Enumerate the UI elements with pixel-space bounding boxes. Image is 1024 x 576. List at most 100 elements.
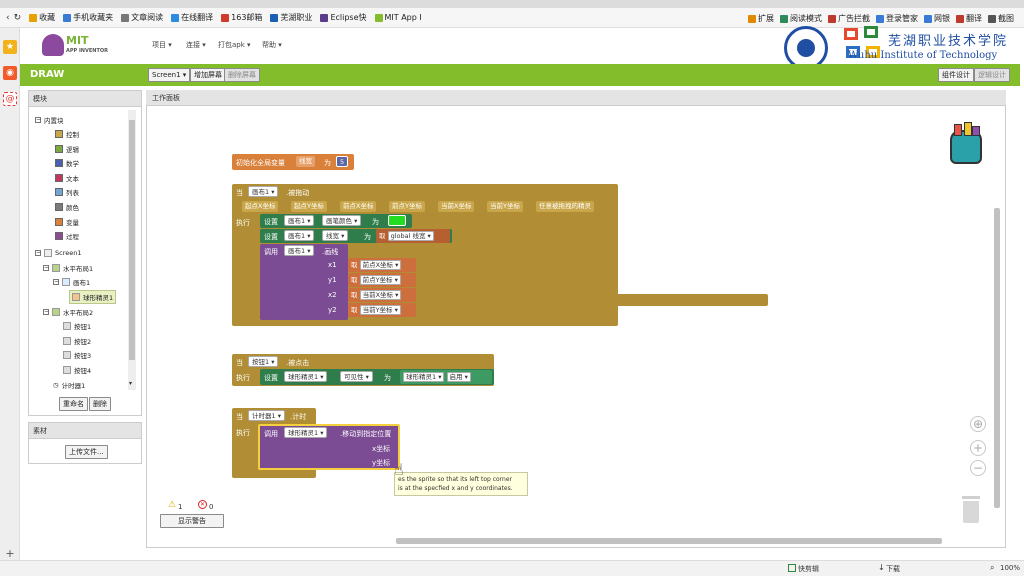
click-set-property-dropdown[interactable]: 可见性 ▾ [340, 371, 373, 382]
init-global-var-block[interactable]: 初始化全局变量 线宽 为 5 [232, 154, 354, 170]
tree-button-4[interactable]: 按钮4 [63, 365, 91, 375]
get-global-block[interactable]: 取 global 线宽 ▾ [376, 229, 450, 243]
tree-screen1[interactable]: − Screen1 [35, 249, 81, 257]
blocks-workspace[interactable]: 初始化全局变量 线宽 为 5 当 画布1 ▾ .被拖动 起点X坐标 起点Y坐标 前点… [150, 110, 1000, 544]
tree-timer1[interactable]: ◷ 计时器1 [53, 380, 85, 390]
set-paint-color-block[interactable]: 设置 画布1 ▾ 画笔颜色 ▾ 为 [260, 214, 412, 228]
set2-property-dropdown[interactable]: 线宽 ▾ [322, 230, 349, 241]
trash-icon[interactable] [960, 496, 982, 524]
move-to-block[interactable]: 调用 球形精灵1 ▾ .移动到指定位置 x坐标 y坐标 [258, 424, 400, 470]
click-set-component-dropdown[interactable]: 球形精灵1 ▾ [284, 371, 328, 382]
event-param[interactable]: 任意被拖拽的精灵 [536, 201, 594, 212]
call-component-dropdown[interactable]: 画布1 ▾ [284, 245, 315, 256]
menu-connect[interactable]: 连接 ▾ [186, 40, 206, 50]
set1-property-dropdown[interactable]: 画笔颜色 ▾ [322, 215, 362, 226]
remove-screen-button[interactable]: 删除屏幕 [224, 68, 260, 82]
designer-button[interactable]: 组件设计 [938, 68, 974, 82]
builtin-2[interactable]: 数学 [55, 158, 79, 168]
bookmark-item[interactable]: 收藏 [29, 12, 55, 23]
show-warnings-button[interactable]: 显示警告 [160, 514, 224, 528]
set2-component-dropdown[interactable]: 画布1 ▾ [284, 230, 315, 241]
workspace-v-scrollbar[interactable] [994, 208, 1000, 508]
menu-help[interactable]: 帮助 ▾ [262, 40, 282, 50]
event-param[interactable]: 起点Y坐标 [291, 201, 327, 212]
download-label[interactable]: 下载 [886, 564, 900, 574]
tree-canvas1[interactable]: − 画布1 [53, 277, 90, 287]
get-param-block[interactable]: 取 当前Y坐标 ▾ [348, 303, 416, 317]
workspace-h-scrollbar[interactable] [396, 538, 942, 544]
blocks-editor-button[interactable]: 逻辑设计 [974, 68, 1010, 82]
upload-file-button[interactable]: 上传文件... [65, 445, 108, 459]
event-param[interactable]: 起点X坐标 [242, 201, 279, 212]
zoom-level[interactable]: 100% [1000, 564, 1020, 572]
star-icon[interactable]: ★ [3, 40, 17, 54]
zoom-icon[interactable]: ⌕ [990, 563, 994, 573]
builtin-5[interactable]: 颜色 [55, 202, 79, 212]
app-inventor-logo[interactable]: MIT APP INVENTOR [42, 32, 122, 60]
event-component-dropdown[interactable]: 画布1 ▾ [248, 186, 279, 197]
toolbar-item[interactable]: 截图 [988, 13, 1014, 24]
zoom-in-icon[interactable]: + [970, 440, 986, 456]
toolbar-item[interactable]: 翻译 [956, 13, 982, 24]
tree-button-3[interactable]: 按钮3 [63, 350, 91, 360]
get-param-block[interactable]: 取 前点X坐标 ▾ [348, 258, 416, 272]
weibo-icon[interactable]: ◉ [3, 66, 17, 80]
builtin-6[interactable]: 变量 [55, 217, 79, 227]
event-param[interactable]: 当前Y坐标 [487, 201, 523, 212]
moveto-component-dropdown[interactable]: 球形精灵1 ▾ [284, 427, 328, 438]
blocks-panel-scroll-thumb[interactable] [129, 120, 135, 360]
bookmark-item[interactable]: 文章阅读 [121, 12, 163, 23]
event-param[interactable]: 当前X坐标 [438, 201, 475, 212]
add-icon[interactable]: + [3, 546, 17, 560]
quick-edit-icon[interactable] [788, 564, 796, 572]
quick-edit-label[interactable]: 快剪辑 [798, 564, 819, 574]
bookmark-item[interactable]: Eclipse快 [320, 12, 367, 23]
builtin-3[interactable]: 文本 [55, 173, 79, 183]
bookmark-item[interactable]: MIT App I [374, 12, 422, 23]
tree-hbox1[interactable]: − 水平布局1 [43, 263, 93, 273]
sprite-enabled-getter[interactable]: 球形精灵1 ▾ 启用 ▾ [400, 370, 492, 384]
builtin-4[interactable]: 列表 [55, 187, 79, 197]
tree-sprite1[interactable]: 球形精灵1 [69, 290, 117, 304]
toolbar-item[interactable]: 登录管家 [876, 13, 918, 24]
scroll-down-icon[interactable]: ▾ [129, 380, 132, 387]
tree-button-1[interactable]: 按钮1 [63, 321, 91, 331]
toolbar-item[interactable]: 广告拦截 [828, 13, 870, 24]
screen-dropdown[interactable]: Screen1 ▾ [148, 68, 191, 82]
set-sprite-visible-block[interactable]: 设置 球形精灵1 ▾ 可见性 ▾ 为 球形精灵1 ▾ 启用 ▾ [260, 369, 494, 385]
number-block[interactable]: 5 [336, 156, 349, 167]
mail-icon[interactable]: @ [3, 92, 17, 106]
menu-project[interactable]: 项目 ▾ [152, 40, 172, 50]
bookmark-item[interactable]: 手机收藏夹 [63, 12, 113, 23]
event-param[interactable]: 前点X坐标 [340, 201, 377, 212]
tree-builtin[interactable]: − 内置块 [35, 115, 64, 125]
recenter-icon[interactable]: ⊕ [970, 416, 986, 432]
add-screen-button[interactable]: 增加屏幕 [190, 68, 226, 82]
builtin-7[interactable]: 过程 [55, 231, 79, 241]
builtin-0[interactable]: 控制 [55, 129, 79, 139]
bookmark-item[interactable]: 在线翻译 [171, 12, 213, 23]
toolbar-item[interactable]: 扩展 [748, 13, 774, 24]
toolbar-item[interactable]: 阅读模式 [780, 13, 822, 24]
backpack-icon[interactable] [946, 122, 986, 166]
tree-button-2[interactable]: 按钮2 [63, 336, 91, 346]
bookmark-item[interactable]: 芜湖职业 [270, 12, 312, 23]
menu-build[interactable]: 打包apk ▾ [218, 40, 251, 50]
timer-component-dropdown[interactable]: 计时器1 ▾ [248, 410, 285, 421]
toolbar-item[interactable]: 网银 [924, 13, 950, 24]
get-param-block[interactable]: 取 当前X坐标 ▾ [348, 288, 416, 302]
var-name-field[interactable]: 线宽 [296, 156, 315, 167]
set-line-width-block[interactable]: 设置 画布1 ▾ 线宽 ▾ 为 取 global 线宽 ▾ [260, 229, 452, 243]
get-param-block[interactable]: 取 前点Y坐标 ▾ [348, 273, 416, 287]
tree-hbox2[interactable]: − 水平布局2 [43, 307, 93, 317]
color-block[interactable] [388, 215, 406, 226]
download-icon[interactable]: ↓ [878, 563, 885, 572]
click-component-dropdown[interactable]: 按钮1 ▾ [248, 356, 279, 367]
event-param[interactable]: 前点Y坐标 [389, 201, 425, 212]
bookmark-item[interactable]: 163邮箱 [221, 12, 262, 23]
rename-button[interactable]: 重命名 [59, 397, 88, 411]
back-icon[interactable]: ‹ [6, 13, 10, 23]
refresh-icon[interactable]: ↻ [14, 13, 22, 23]
set1-component-dropdown[interactable]: 画布1 ▾ [284, 215, 315, 226]
delete-button[interactable]: 删除 [89, 397, 111, 411]
